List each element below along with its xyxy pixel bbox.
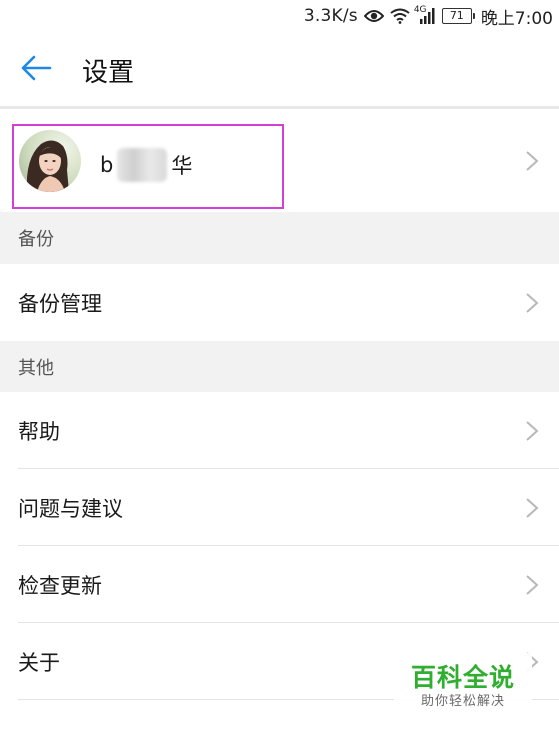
user-avatar bbox=[19, 130, 81, 192]
page-title: 设置 bbox=[82, 57, 135, 88]
chevron-right-icon bbox=[526, 420, 539, 441]
chevron-right-icon bbox=[526, 151, 539, 171]
profile-name: b 华 bbox=[100, 148, 192, 182]
back-button[interactable] bbox=[10, 44, 62, 96]
network-type-label: 4G bbox=[413, 5, 427, 15]
list-item-backup-management[interactable]: 备份管理 bbox=[0, 264, 559, 341]
section-title-other: 其他 bbox=[18, 357, 54, 379]
profile-row[interactable]: b 华 bbox=[0, 110, 559, 212]
list-item-label: 帮助 bbox=[18, 419, 60, 444]
chevron-right-icon bbox=[526, 292, 539, 313]
watermark-subtitle: 助你轻松解决 bbox=[420, 694, 505, 709]
section-header-backup: 备份 bbox=[0, 212, 559, 264]
section-header-other: 其他 bbox=[0, 341, 559, 392]
clock: 晚上7:00 bbox=[480, 8, 553, 29]
signal-icon: 4G bbox=[413, 5, 436, 24]
watermark-title: 百科全说 bbox=[410, 663, 515, 692]
app-header: 设置 bbox=[0, 32, 559, 108]
header-divider bbox=[0, 106, 559, 109]
eye-icon bbox=[363, 9, 384, 23]
list-item-label: 检查更新 bbox=[18, 573, 102, 598]
section-title-backup: 备份 bbox=[18, 229, 54, 250]
chevron-right-icon bbox=[526, 497, 539, 518]
profile-name-start: b bbox=[100, 153, 114, 177]
list-item-label: 关于 bbox=[18, 650, 60, 675]
battery-tip bbox=[472, 13, 475, 19]
battery-icon: 71 bbox=[441, 8, 475, 24]
list-item-check-update[interactable]: 检查更新 bbox=[0, 546, 559, 623]
profile-name-end: 华 bbox=[171, 154, 193, 178]
status-bar: 3.3K/s 4G 71 晚上7:00 bbox=[0, 0, 559, 32]
wifi-icon bbox=[390, 8, 410, 24]
battery-level: 71 bbox=[441, 8, 472, 24]
list-item-label: 备份管理 bbox=[18, 291, 102, 316]
arrow-left-icon bbox=[20, 54, 52, 86]
name-redaction-blur bbox=[117, 148, 168, 182]
list-item-feedback[interactable]: 问题与建议 bbox=[0, 469, 559, 546]
network-speed: 3.3K/s bbox=[303, 6, 358, 26]
chevron-right-icon bbox=[526, 574, 539, 595]
list-item-help[interactable]: 帮助 bbox=[0, 392, 559, 469]
list-item-label: 问题与建议 bbox=[18, 496, 123, 521]
watermark-logo: 百科全说 助你轻松解决 bbox=[394, 653, 532, 721]
